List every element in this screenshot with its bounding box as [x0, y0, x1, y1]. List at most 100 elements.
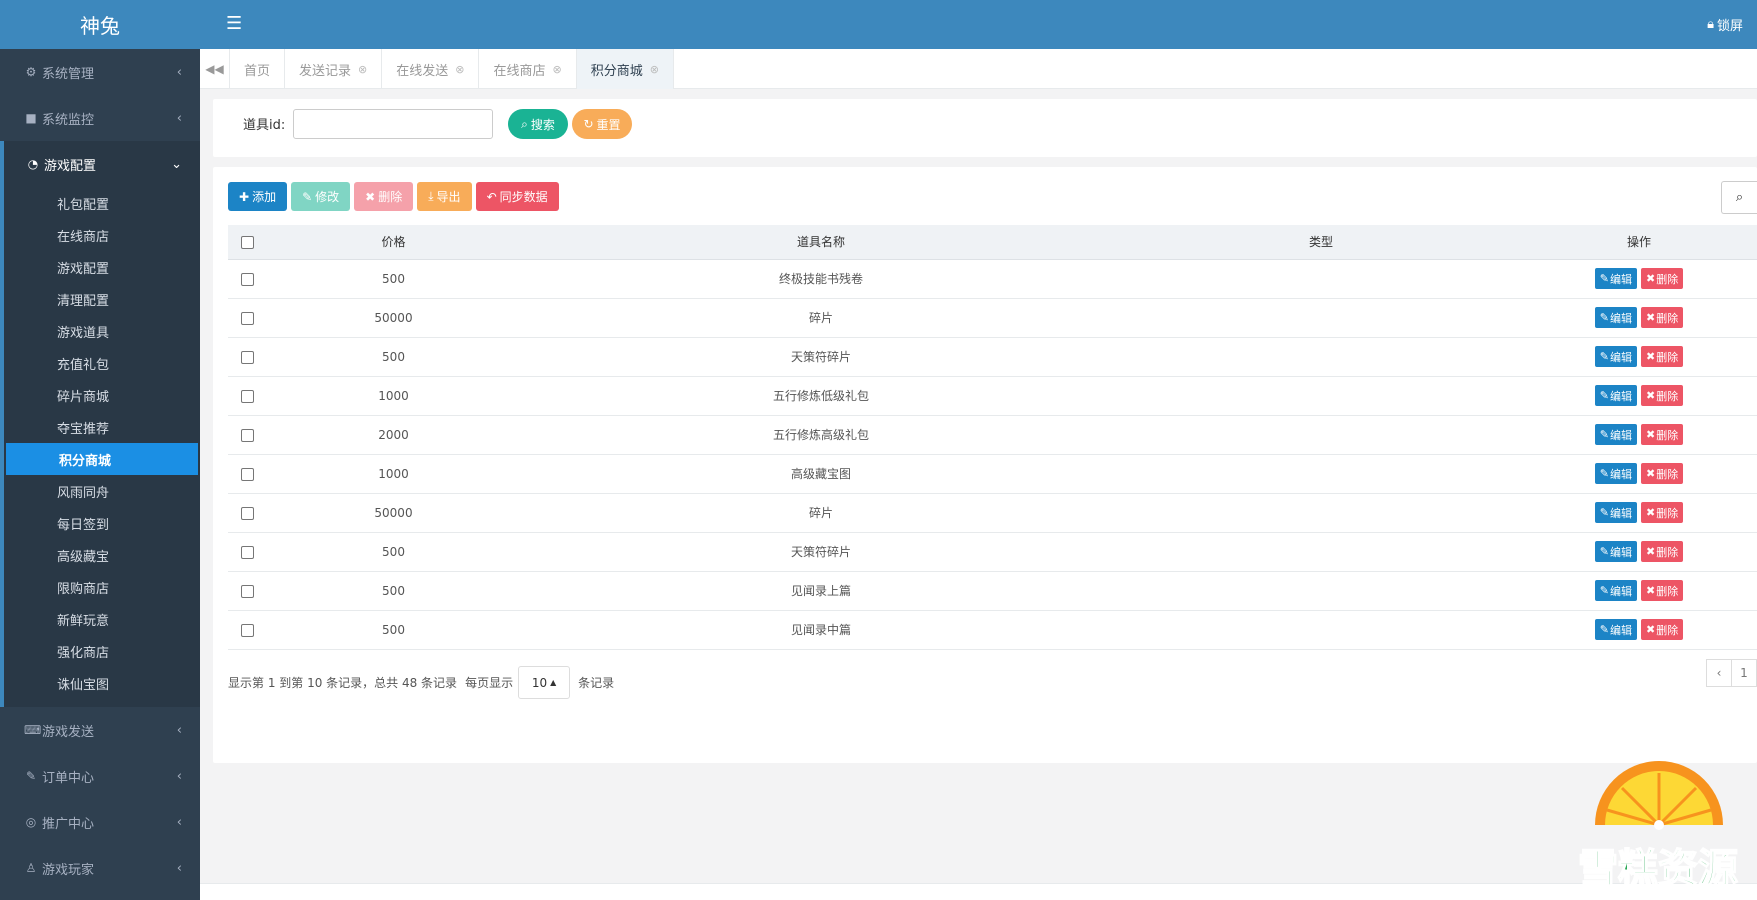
- row-edit-label: 编辑: [1610, 272, 1632, 286]
- tab-0[interactable]: 首页: [230, 49, 286, 89]
- nav-item-bottom-1[interactable]: ✎ 订单中心 ‹: [0, 753, 200, 799]
- chevron-left-icon: ‹: [176, 860, 182, 876]
- page-button-1[interactable]: 1: [1731, 659, 1757, 687]
- price-cell: 500: [382, 622, 405, 637]
- sidebar-subitem[interactable]: 风雨同舟: [4, 475, 200, 507]
- row-edit-label: 编辑: [1610, 311, 1632, 325]
- prev-page-button[interactable]: ‹: [1706, 659, 1732, 687]
- sidebar-subitem[interactable]: 积分商城: [6, 443, 198, 475]
- table-row: 1000 高级藏宝图 ✎ 编辑 ✖ 删除: [228, 454, 1757, 493]
- item-id-input[interactable]: [293, 109, 493, 139]
- row-delete-button[interactable]: ✖ 删除: [1641, 502, 1684, 523]
- sidebar-subitem[interactable]: 夺宝推荐: [4, 411, 200, 443]
- close-tab-icon[interactable]: ⊗: [455, 63, 464, 76]
- menu-toggle-icon[interactable]: ☰: [226, 14, 242, 34]
- lock-screen-button[interactable]: 🔒︎ 锁屏: [1707, 15, 1743, 34]
- header-name[interactable]: 道具名称: [521, 225, 1121, 260]
- nav-item-1[interactable]: ■ 系统监控 ‹: [0, 95, 200, 141]
- row-delete-button[interactable]: ✖ 删除: [1641, 463, 1684, 484]
- edit-button-label: 修改: [315, 190, 340, 204]
- sidebar-subitem[interactable]: 在线商店: [4, 219, 200, 251]
- row-delete-button[interactable]: ✖ 删除: [1641, 307, 1684, 328]
- row-checkbox[interactable]: [240, 584, 254, 598]
- row-delete-button[interactable]: ✖ 删除: [1641, 424, 1684, 445]
- row-edit-button[interactable]: ✎ 编辑: [1594, 307, 1637, 328]
- add-button[interactable]: ✚ 添加: [228, 182, 288, 211]
- page-size-select[interactable]: 10 ▲: [518, 666, 571, 699]
- sidebar-subitem[interactable]: 诛仙宝图: [4, 667, 200, 699]
- sidebar-subitem[interactable]: 强化商店: [4, 635, 200, 667]
- nav-item-bottom-3[interactable]: ♙ 游戏玩家 ‹: [0, 845, 200, 891]
- tab-1[interactable]: 发送记录 ⊗: [285, 49, 383, 89]
- tabs-scroll-left-icon[interactable]: ◀◀: [200, 49, 230, 89]
- row-checkbox[interactable]: [240, 311, 254, 325]
- sidebar-subitem[interactable]: 清理配置: [4, 283, 200, 315]
- row-edit-button[interactable]: ✎ 编辑: [1594, 268, 1637, 289]
- actions-cell: ✎ 编辑 ✖ 删除: [1521, 571, 1757, 610]
- sidebar-subitem[interactable]: 碎片商城: [4, 379, 200, 411]
- row-edit-button[interactable]: ✎ 编辑: [1594, 541, 1637, 562]
- row-edit-button[interactable]: ✎ 编辑: [1594, 463, 1637, 484]
- row-edit-button[interactable]: ✎ 编辑: [1594, 385, 1637, 406]
- nav-item-bottom-2[interactable]: ◎ 推广中心 ‹: [0, 799, 200, 845]
- tab-4[interactable]: 积分商城 ⊗: [576, 49, 674, 89]
- header-price[interactable]: 价格: [266, 225, 521, 260]
- sidebar-subitem[interactable]: 充值礼包: [4, 347, 200, 379]
- row-checkbox[interactable]: [240, 428, 254, 442]
- table-search-toggle[interactable]: ⌕: [1721, 181, 1757, 214]
- nav-item-bottom-0[interactable]: ⌨ 游戏发送 ‹: [0, 707, 200, 753]
- row-delete-button[interactable]: ✖ 删除: [1641, 268, 1684, 289]
- nav-item-0[interactable]: ⚙ 系统管理 ‹: [0, 49, 200, 95]
- row-edit-button[interactable]: ✎ 编辑: [1594, 502, 1637, 523]
- row-checkbox[interactable]: [240, 272, 254, 286]
- row-checkbox[interactable]: [240, 506, 254, 520]
- row-delete-button[interactable]: ✖ 删除: [1641, 619, 1684, 640]
- row-checkbox[interactable]: [240, 350, 254, 364]
- sidebar-subitem[interactable]: 限购商店: [4, 571, 200, 603]
- row-delete-label: 删除: [1656, 389, 1679, 403]
- edit-icon: ✎: [1599, 467, 1609, 480]
- row-delete-button[interactable]: ✖ 删除: [1641, 385, 1684, 406]
- tab-2[interactable]: 在线发送 ⊗: [382, 49, 480, 89]
- row-checkbox[interactable]: [240, 389, 254, 403]
- edit-icon: ✎: [1599, 350, 1609, 363]
- row-delete-button[interactable]: ✖ 删除: [1641, 580, 1684, 601]
- price-cell: 1000: [378, 466, 409, 481]
- delete-button[interactable]: ✖ 删除: [354, 182, 414, 211]
- reset-button[interactable]: ↻ 重置: [572, 109, 632, 139]
- close-tab-icon[interactable]: ⊗: [553, 63, 562, 76]
- sidebar-subitem[interactable]: 礼包配置: [4, 187, 200, 219]
- edit-button[interactable]: ✎ 修改: [291, 182, 351, 211]
- row-checkbox[interactable]: [240, 623, 254, 637]
- tab-3[interactable]: 在线商店 ⊗: [479, 49, 577, 89]
- row-delete-button[interactable]: ✖ 删除: [1641, 346, 1684, 367]
- nav-item-game-config[interactable]: ◔ 游戏配置 ⌄: [4, 141, 200, 187]
- nav-group-game-config: ◔ 游戏配置 ⌄ 礼包配置 在线商店 游戏配置 清理配置 游戏道具 充值礼包 碎片商城 夺宝推…: [0, 141, 200, 707]
- price-cell: 2000: [378, 427, 409, 442]
- header-type[interactable]: 类型: [1121, 225, 1521, 260]
- type-cell: [1121, 571, 1521, 610]
- close-tab-icon[interactable]: ⊗: [650, 63, 659, 76]
- sidebar-subitem[interactable]: 游戏配置: [4, 251, 200, 283]
- select-all-checkbox[interactable]: [240, 235, 254, 249]
- sync-data-button[interactable]: ↶ 同步数据: [475, 182, 559, 211]
- row-delete-button[interactable]: ✖ 删除: [1641, 541, 1684, 562]
- sidebar-subitem[interactable]: 每日签到: [4, 507, 200, 539]
- sidebar-subitem[interactable]: 新鲜玩意: [4, 603, 200, 635]
- row-edit-button[interactable]: ✎ 编辑: [1594, 424, 1637, 445]
- row-delete-label: 删除: [1656, 311, 1679, 325]
- export-button[interactable]: ⤓ 导出: [417, 182, 472, 211]
- close-tab-icon[interactable]: ⊗: [358, 63, 367, 76]
- edit-icon: ✎: [1599, 389, 1609, 402]
- edit-icon: ✎: [1599, 584, 1609, 597]
- search-button[interactable]: ⌕ 搜索: [508, 109, 568, 139]
- close-icon: ✖: [1646, 506, 1656, 519]
- row-edit-button[interactable]: ✎ 编辑: [1594, 580, 1637, 601]
- row-checkbox[interactable]: [240, 467, 254, 481]
- row-edit-button[interactable]: ✎ 编辑: [1594, 619, 1637, 640]
- reply-icon: ↶: [486, 189, 497, 204]
- row-edit-button[interactable]: ✎ 编辑: [1594, 346, 1637, 367]
- sidebar-subitem[interactable]: 游戏道具: [4, 315, 200, 347]
- row-checkbox[interactable]: [240, 545, 254, 559]
- sidebar-subitem[interactable]: 高级藏宝: [4, 539, 200, 571]
